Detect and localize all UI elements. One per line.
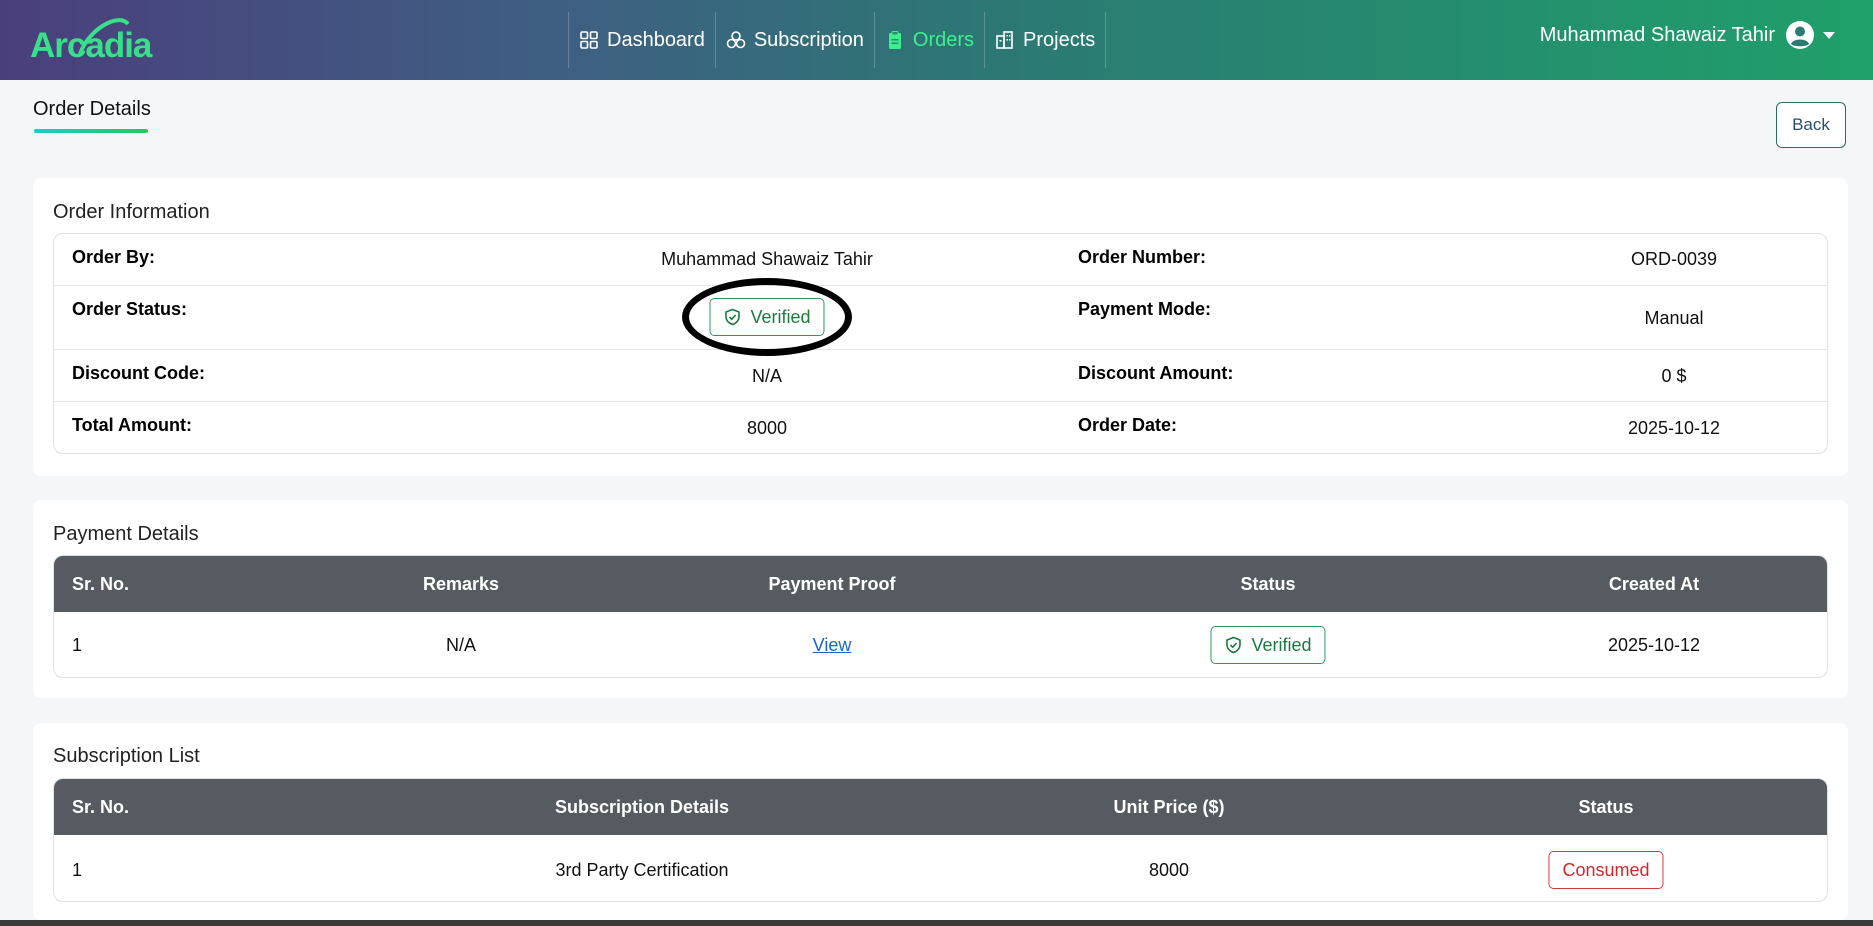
order-information-box: Order By: Muhammad Shawaiz Tahir Order N…: [53, 233, 1828, 454]
table-header: Sr. No. Subscription Details Unit Price …: [54, 779, 1827, 835]
payment-proof-view-link[interactable]: View: [813, 635, 852, 656]
page-title: Order Details: [33, 98, 151, 120]
top-navbar: Arcadia Dashboard Subscription Orders Pr…: [0, 0, 1873, 80]
subscription-unit-price: 8000: [1148, 860, 1190, 880]
circles-icon: [726, 31, 746, 49]
payment-mode-value: Manual: [1644, 308, 1704, 328]
info-row: Order By: Muhammad Shawaiz Tahir Order N…: [54, 234, 1827, 286]
nav-label-projects: Projects: [1023, 28, 1096, 51]
building-icon: [996, 31, 1013, 49]
info-row: Order Status: Verified Payment Mode: Man…: [54, 286, 1827, 350]
payment-status-badge: Verified: [1210, 626, 1326, 664]
discount-code-label: Discount Code:: [72, 363, 205, 383]
order-information-card: Order Information Order By: Muhammad Sha…: [33, 178, 1848, 476]
order-information-title: Order Information: [53, 201, 210, 223]
logo-text: Arcadia: [30, 26, 152, 65]
order-date-label: Order Date:: [1078, 415, 1178, 435]
payment-remarks: N/A: [445, 635, 477, 655]
column-header: Unit Price ($): [1113, 797, 1225, 817]
discount-amount-value: 0 $: [1661, 366, 1687, 386]
payment-sr-no: 1: [72, 635, 83, 655]
nav-label-dashboard: Dashboard: [607, 28, 705, 51]
user-circle-icon: [1786, 21, 1814, 49]
payment-created-at: 2025-10-12: [1607, 635, 1701, 655]
shield-check-icon: [1226, 636, 1241, 654]
column-header: Created At: [1608, 574, 1700, 594]
total-amount-value: 8000: [746, 418, 788, 438]
grid-icon: [580, 31, 598, 49]
nav-item-projects[interactable]: Projects: [984, 12, 1107, 68]
discount-code-value: N/A: [751, 366, 783, 386]
clipboard-icon: [888, 31, 901, 49]
subscription-status-badge: Consumed: [1548, 851, 1664, 889]
subscription-status-value: Consumed: [1548, 851, 1664, 889]
order-number-label: Order Number:: [1078, 247, 1207, 267]
back-button[interactable]: Back: [1776, 102, 1846, 148]
info-row: Discount Code: N/A Discount Amount: 0 $: [54, 350, 1827, 402]
title-underline: [34, 129, 148, 133]
table-header: Sr. No. Remarks Payment Proof Status Cre…: [54, 556, 1827, 612]
nav-item-subscription[interactable]: Subscription: [714, 12, 874, 68]
subscription-list-table: Sr. No. Subscription Details Unit Price …: [53, 778, 1828, 902]
bottom-edge: [0, 920, 1873, 926]
arcadia-logo[interactable]: Arcadia: [28, 10, 168, 70]
annotation-circle: [682, 278, 852, 356]
order-by-label: Order By:: [72, 247, 156, 267]
payment-status-value: Verified: [1251, 634, 1312, 655]
nav-item-orders[interactable]: Orders: [873, 12, 984, 68]
discount-amount-label: Discount Amount:: [1078, 363, 1234, 383]
column-header: Remarks: [422, 574, 500, 594]
subscription-details: 3rd Party Certification: [555, 860, 729, 880]
subscription-list-title: Subscription List: [53, 745, 200, 767]
nav-label-orders: Orders: [912, 28, 975, 51]
order-status-label: Order Status:: [72, 299, 188, 319]
payment-mode-label: Payment Mode:: [1078, 299, 1212, 319]
column-header: Subscription Details: [554, 797, 730, 817]
user-menu[interactable]: Muhammad Shawaiz Tahir: [1540, 20, 1835, 50]
payment-details-title: Payment Details: [53, 523, 199, 545]
user-name: Muhammad Shawaiz Tahir: [1539, 23, 1775, 46]
nav-item-dashboard[interactable]: Dashboard: [568, 12, 715, 68]
info-row: Total Amount: 8000 Order Date: 2025-10-1…: [54, 402, 1827, 453]
total-amount-label: Total Amount:: [72, 415, 192, 435]
nav-label-subscription: Subscription: [753, 28, 864, 51]
column-header: Status: [1578, 797, 1634, 817]
order-by-value: Muhammad Shawaiz Tahir: [661, 249, 873, 269]
payment-details-card: Payment Details Sr. No. Remarks Payment …: [33, 500, 1848, 698]
column-header: Status: [1240, 574, 1296, 594]
main-nav: Dashboard Subscription Orders Projects: [568, 12, 1107, 68]
column-header: Payment Proof: [768, 574, 896, 594]
column-header: Sr. No.: [72, 574, 130, 594]
column-header: Sr. No.: [72, 797, 130, 817]
order-date-value: 2025-10-12: [1627, 418, 1721, 438]
payment-details-table: Sr. No. Remarks Payment Proof Status Cre…: [53, 555, 1828, 678]
chevron-down-icon: [1823, 31, 1835, 39]
order-number-value: ORD-0039: [1630, 249, 1718, 269]
subscription-list-card: Subscription List Sr. No. Subscription D…: [33, 723, 1848, 920]
subscription-sr-no: 1: [72, 860, 83, 880]
